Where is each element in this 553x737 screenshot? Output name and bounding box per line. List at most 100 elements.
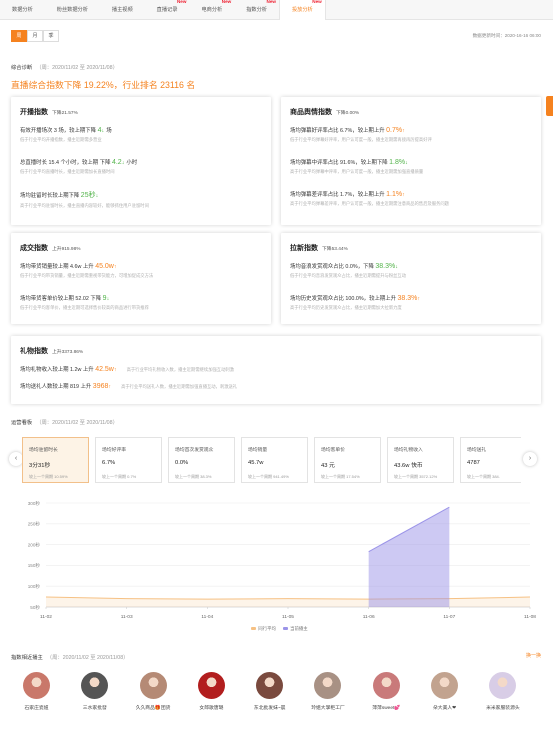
metric-card[interactable]: 场均送礼 4787 较上一个周期 384. (460, 437, 521, 483)
card-row-hint: 低于行业平均直播时长，播主近期需加长直播时间 (20, 169, 115, 174)
new-badge: New (221, 0, 232, 4)
arrow-down-icon: ↓ (121, 160, 125, 166)
period-month-tab[interactable]: 月 (27, 30, 43, 42)
nav-tab[interactable]: 指数分析 New (234, 0, 279, 20)
avatar[interactable] (256, 672, 284, 699)
card-trend: 下降0.00% (336, 111, 360, 116)
host-item[interactable]: 三水家批發 (67, 672, 122, 711)
metric-label: 场均好评率 (102, 448, 126, 453)
host-name: 东北批发妹~晨 (253, 706, 286, 711)
refresh-hosts-link[interactable]: 换一换 (526, 652, 541, 659)
legend-average: 同行平均 (258, 626, 276, 631)
card-row-text: 总直播时长 15.4 个小时，较上期 下降 4.2↓ 小时 (20, 159, 138, 166)
legend-swatch-current (283, 627, 289, 631)
metric-value: 43.6w 快币 (394, 463, 423, 469)
nav-tab[interactable]: 播主视频 (100, 0, 145, 20)
chevron-right-icon[interactable]: › (523, 452, 537, 466)
card-trend: 上升3373.86% (52, 350, 84, 355)
nav-tab-label: 粉丝数据分析 (56, 7, 88, 13)
card-row-text: 场均历史发赏观众占比 100.0%，较上期上升 38.3%↑ (290, 295, 421, 302)
x-tick-label: 11-07 (443, 614, 455, 620)
y-tick-label: 250秒 (28, 521, 41, 528)
metric-value: 0.0% (175, 460, 189, 466)
metric-carousel: 场均驻留时长 3分31秒 较上一个周期 10.59% 场均好评率 6.7% 较上一个周期 … (22, 437, 521, 485)
card-row: 有效开播场次 3 场，较上期下降 4↓ 场低于行业平均开播指数，播主近期需多营业 (20, 126, 112, 143)
avatar[interactable] (81, 672, 109, 699)
metric-card[interactable]: 场均客单价 43 元较上一个周期 17.54% (314, 437, 381, 483)
avatar[interactable] (372, 672, 400, 699)
nav-tab[interactable]: 直播记录 New (145, 0, 190, 20)
nav-tab[interactable]: 粉丝数据分析 (45, 0, 100, 20)
card-row-hint: 低于行业平均带货销量，播主近期需重视带货能力，可增加促成交方法 (20, 273, 154, 278)
hosts-title: 指数相近播主 （周：2020/11/02 至 2020/11/08） (11, 655, 129, 661)
nav-tab-label: 指数分析 (246, 7, 267, 13)
host-item[interactable]: 玲姐大掌柜工厂 (300, 672, 355, 711)
nav-tab[interactable]: 投放分析 New (278, 0, 326, 20)
operations-title: 运营看板 （周：2020/11/02 至 2020/11/08） (11, 420, 118, 426)
host-name: 石家庄瓷妞 (24, 706, 49, 711)
series-area (368, 507, 450, 607)
metric-card[interactable]: 场均销量 45.7w 较上一个周期 941.49% (241, 437, 308, 483)
avatar[interactable] (139, 672, 167, 699)
chevron-left-icon[interactable]: ‹ (9, 452, 23, 466)
avatar[interactable] (431, 672, 459, 699)
card-row-hint: 低于行业平均开播指数，播主近期需多营业 (20, 137, 102, 142)
metric-label: 场均客单价 (321, 448, 345, 453)
metric-card[interactable]: 场均首次发赏观众 0.0% 较上一个周期 38.3% (168, 437, 235, 483)
nav-tab[interactable]: 电商分析 New (189, 0, 234, 20)
y-tick-label: 50秒 (30, 604, 40, 611)
card-row-value: 45.0w (95, 263, 114, 270)
host-item[interactable]: 米米家服装源头 (475, 672, 530, 711)
x-tick-label: 11-04 (201, 614, 213, 620)
card-row-hint: 低于行业平均音浪发赏观众占比，播主近期需提升与粉丝互动 (290, 273, 407, 278)
y-tick-label: 150秒 (28, 562, 41, 569)
card-row: 场均弹幕中评率占比 91.6%，较上期下降 1.8%↓ 高于行业平均弹幕中评率，用… (290, 158, 423, 175)
host-item[interactable]: 久久商品🎁团货 (126, 672, 181, 711)
card-row: 场均送礼人数较上期 819 上升 3968↑ 高于行业平均送礼人数，播主近期需加强… (20, 382, 237, 390)
card-deal: 成交指数 上升915.98% 场均带货销量较上期 4.6w 上升 45.0w↑ 低于行… (11, 233, 271, 324)
card-row-text: 场均弹幕差评率占比 1.7%，较上期上升 1.1%↑ (290, 191, 405, 198)
legend-swatch-average (251, 627, 257, 631)
x-tick-label: 11-08 (524, 614, 536, 620)
x-tick-label: 11-03 (121, 614, 133, 620)
metric-label: 场均送礼 (467, 448, 487, 453)
host-name: 萍萍sweet💕 (372, 706, 401, 711)
card-row-value: 38.3% (397, 295, 418, 302)
arrow-up-icon: ↑ (108, 384, 112, 390)
host-item[interactable]: 石家庄瓷妞 (9, 672, 64, 711)
card-trend: 下降53.44% (322, 247, 348, 252)
avatar[interactable] (197, 672, 225, 699)
avatar[interactable] (489, 672, 517, 699)
card-row-text: 场均音浪发赏观众占比 0.0%，下降 38.3%↓ (290, 263, 398, 270)
host-item[interactable]: 朵大美人❤ (417, 672, 472, 711)
metric-card[interactable]: 场均驻留时长 3分31秒 较上一个周期 10.59% (22, 437, 89, 483)
nav-tab[interactable]: 数据分析 (0, 0, 45, 20)
card-row: 场均历史发赏观众占比 100.0%，较上期上升 38.3%↑ 高于行业平均历史发赏… (290, 294, 420, 311)
card-row-text: 场均礼物收入较上期 1.2w 上升 42.5w↑ (20, 366, 117, 373)
side-float-tab[interactable] (546, 96, 553, 116)
metric-card[interactable]: 场均好评率 6.7% 较上一个周期 0.7% (95, 437, 162, 483)
card-row-value: 38.3% (375, 263, 396, 270)
host-name: 朵大美人❤ (432, 706, 457, 711)
metric-value: 43 元 (321, 463, 335, 469)
metric-card[interactable]: 场均礼物收入 43.6w 快币 较上一个周期 3572.12% (387, 437, 454, 483)
operations-range: （周：2020/11/02 至 2020/11/08） (36, 420, 118, 426)
host-name: 女郎歌唐璐 (199, 706, 224, 711)
card-trend: 下降21.57% (52, 111, 78, 116)
legend-current: 当前播主 (290, 626, 308, 631)
nav-tab-label: 电商分析 (201, 7, 223, 13)
card-row-text: 场均弹幕好评率占比 6.7%，较上期上升 0.7%↑ (290, 127, 405, 134)
avatar[interactable] (23, 672, 50, 699)
update-time: 数据更新时间：2020-16-16 06:00 (472, 33, 541, 38)
host-item[interactable]: 女郎歌唐璐 (184, 672, 239, 711)
host-item[interactable]: 萍萍sweet💕 (359, 672, 414, 711)
avatar[interactable] (314, 672, 342, 699)
card-title: 拉新指数 下降53.44% (290, 245, 348, 252)
period-week-tab[interactable]: 周 (11, 30, 27, 42)
card-row: 场均弹幕差评率占比 1.7%，较上期上升 1.1%↑ 高于行业平均弹幕差评率，用户… (290, 190, 449, 207)
card-row-value: 25秒 (80, 192, 96, 199)
period-quarter-tab[interactable]: 季 (43, 30, 59, 42)
x-tick-label: 11-06 (363, 614, 375, 620)
card-row-text: 场均弹幕中评率占比 91.6%，较上期下降 1.8%↓ (290, 159, 408, 166)
host-item[interactable]: 东北批发妹~晨 (242, 672, 297, 711)
